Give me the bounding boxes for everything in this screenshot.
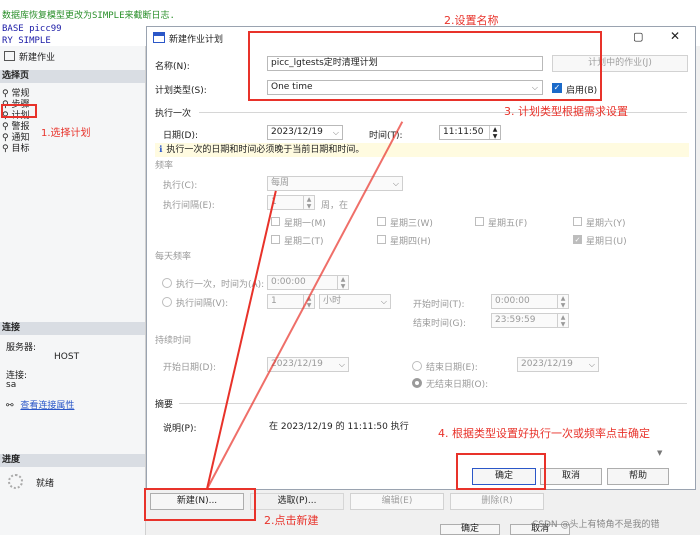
watermark: CSDN @头上有犄角不是我的错 (532, 520, 660, 530)
weekday-label: 星期二(T) (284, 237, 324, 247)
progress-spinner-icon (8, 474, 23, 492)
weekday-checkbox-friday[interactable] (475, 217, 484, 226)
start-time-input[interactable]: 0:00:00 ▲ ▼ (491, 294, 569, 309)
help-button[interactable]: 帮助 (607, 468, 669, 485)
weekday-label: 星期一(M) (284, 219, 326, 229)
end-date-radio[interactable] (412, 361, 422, 371)
annotation-4: 4. 根据类型设置好执行一次或频率点击确定 (438, 427, 650, 440)
annotation-box-ok (456, 453, 546, 490)
chevron-down-icon: ⌵ (338, 360, 345, 369)
frequency-section-title: 频率 (155, 161, 174, 171)
occurs-label: 执行(C): (163, 181, 198, 191)
maximize-button[interactable]: ▢ (633, 30, 643, 43)
recurs-label: 执行间隔(E): (163, 201, 215, 211)
end-date-picker[interactable]: 2023/12/19 ⌵ (517, 357, 599, 372)
weekday-label: 星期五(F) (488, 219, 528, 229)
calendar-icon (153, 32, 165, 43)
annotation-box-new (144, 488, 256, 521)
summary-section-title: 摘要 (155, 400, 174, 410)
spin-buttons[interactable]: ▲▼ (557, 314, 568, 327)
weekday-checkbox-thursday[interactable] (377, 235, 386, 244)
server-label: 服务器: (6, 343, 37, 353)
one-time-section-title: 执行一次 (155, 109, 192, 119)
scroll-down-icon[interactable]: ▼ (657, 449, 662, 457)
progress-status: 就绪 (36, 479, 55, 489)
occurs-every-label: 执行间隔(V): (176, 299, 229, 309)
occurs-select[interactable]: 每周 ⌵ (267, 176, 403, 191)
server-value: HOST (54, 352, 80, 362)
select-page-header: 选择页 (0, 70, 145, 83)
schedule-type-label: 计划类型(S): (155, 86, 207, 96)
occurs-every-unit-select[interactable]: 小时 ⌵ (319, 294, 391, 309)
job-ok-button[interactable]: 确定 (440, 524, 500, 535)
remove-schedule-button[interactable]: 删除(R) (450, 493, 544, 510)
occurs-once-radio[interactable] (162, 278, 172, 288)
progress-header: 进度 (0, 454, 145, 467)
daily-frequency-section-title: 每天频率 (155, 252, 192, 262)
connection-header: 连接 (0, 322, 145, 335)
annotation-box-name-type (248, 31, 602, 101)
description-label: 说明(P): (163, 424, 197, 434)
info-icon: ℹ (159, 145, 163, 155)
section-divider (179, 403, 687, 404)
weekday-checkbox-sunday[interactable]: ✓ (573, 235, 582, 244)
annotation-5: 2.点击新建 (264, 514, 319, 527)
code-line: BASE picc99 (2, 24, 62, 34)
occurs-every-radio[interactable] (162, 297, 172, 307)
edit-schedule-button[interactable]: 编辑(E) (350, 493, 444, 510)
new-job-title: 新建作业 (4, 50, 55, 63)
annotation-3: 3. 计划类型根据需求设置 (504, 105, 628, 118)
window-icon (4, 51, 15, 61)
weekday-checkbox-monday[interactable] (271, 217, 280, 226)
end-time-input[interactable]: 23:59:59 ▲ ▼ (491, 313, 569, 328)
spin-buttons[interactable]: ▲▼ (337, 276, 348, 289)
occurs-once-time-input[interactable]: 0:00:00 ▲ ▼ (267, 275, 349, 290)
occurs-once-label: 执行一次，时间为(A): (176, 280, 265, 290)
no-end-date-radio[interactable] (412, 378, 422, 388)
recurs-unit: 周，在 (321, 201, 349, 211)
close-button[interactable]: ✕ (670, 29, 680, 43)
chevron-down-icon: ⌵ (588, 360, 595, 369)
cancel-button[interactable]: 取消 (540, 468, 602, 485)
chevron-down-icon: ⌵ (332, 128, 339, 137)
start-time-label: 开始时间(T): (413, 300, 465, 310)
spin-buttons[interactable]: ▲▼ (303, 196, 314, 209)
code-line: RY SIMPLE (2, 36, 51, 46)
code-comment-line: 数据库恢复模型更改为SIMPLE来截断日志. (2, 11, 175, 21)
page-item-targets[interactable]: ⚲ 目标 (2, 141, 29, 154)
date-label: 日期(D): (163, 131, 198, 141)
connection-icon: ⚯ (6, 401, 14, 411)
chevron-down-icon: ⌵ (392, 179, 399, 188)
weekday-checkbox-saturday[interactable] (573, 217, 582, 226)
weekday-label: 星期三(W) (390, 219, 433, 229)
weekday-label: 星期四(H) (390, 237, 431, 247)
duration-section-title: 持续时间 (155, 336, 192, 346)
spin-buttons[interactable]: ▲▼ (557, 295, 568, 308)
name-label: 名称(N): (155, 62, 190, 72)
weekday-label: 星期日(U) (586, 237, 627, 247)
date-picker[interactable]: 2023/12/19 ⌵ (267, 125, 343, 140)
end-date-label: 结束日期(E): (426, 363, 478, 373)
weekday-checkbox-tuesday[interactable] (271, 235, 280, 244)
end-time-label: 结束时间(G): (413, 319, 467, 329)
view-connection-properties-link[interactable]: ⚯ 查看连接属性 (6, 398, 74, 411)
chevron-down-icon: ⌵ (380, 297, 387, 306)
annotation-2: 2.设置名称 (444, 14, 499, 27)
pick-schedule-button[interactable]: 选取(P)... (250, 493, 344, 510)
start-date-picker[interactable]: 2023/12/19 ⌵ (267, 357, 349, 372)
weekday-label: 星期六(Y) (586, 219, 626, 229)
weekday-checkbox-wednesday[interactable] (377, 217, 386, 226)
no-end-date-label: 无结束日期(O): (426, 380, 489, 390)
time-input[interactable]: 11:11:50 ▲ ▼ (439, 125, 501, 140)
spin-buttons[interactable]: ▲▼ (489, 126, 500, 139)
dialog-title-bar: 新建作业计划 (153, 32, 223, 45)
start-date-label: 开始日期(D): (163, 363, 216, 373)
job-properties-left-panel: 新建作业 选择页 ⚲ 常规 ⚲ 步骤 ⚲ 计划 ⚲ 警报 ⚲ 通知 ⚲ 目标 连… (0, 46, 146, 535)
annotation-1: 1.选择计划 (41, 128, 91, 139)
connection-value: sa (6, 380, 17, 390)
annotation-box-schedules (1, 104, 37, 118)
info-bar: ℹ 执行一次的日期和时间必须晚于当前日期和时间。 (155, 143, 689, 157)
